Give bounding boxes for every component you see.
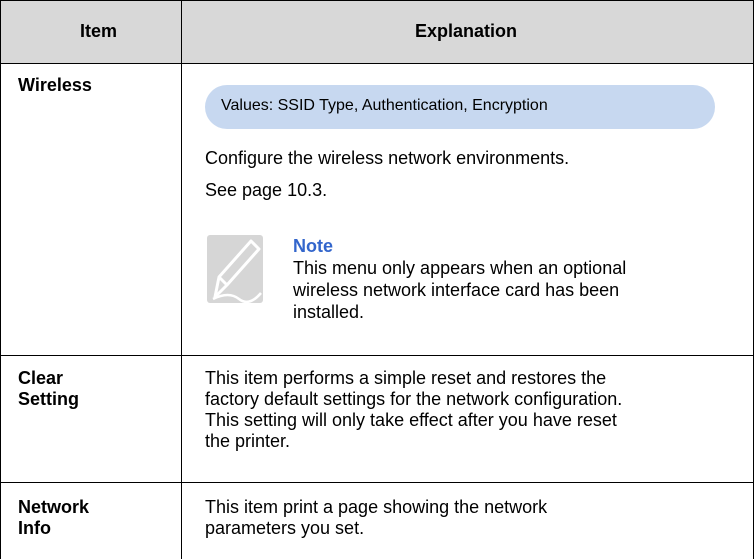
item-name-wireless: Wireless [18,75,92,95]
item-name-network-info: Network Info [18,497,90,538]
note-title: Note [293,236,333,256]
settings-table: Item Explanation Wireless Values: SSID T… [0,0,754,559]
network-info-explanation: This item print a page showing the netwo… [205,497,548,538]
wireless-explanation: Configure the wireless network environme… [205,148,570,200]
item-name-clear-setting: Clear Setting [18,368,79,409]
header-divider [0,63,754,64]
values-pill: Values: SSID Type, Authentication, Encry… [205,85,715,129]
row-divider-2 [0,482,754,483]
column-divider [181,0,182,559]
header-explanation: Explanation [415,21,518,41]
table-border-top [0,0,754,1]
table-border-left [0,0,1,559]
header-item: Item [80,21,118,41]
row-divider-1 [0,355,754,356]
note-body: This menu only appears when an optional … [293,258,627,322]
note-pencil-icon [207,235,263,304]
clear-setting-explanation: This item performs a simple reset and re… [205,368,623,451]
